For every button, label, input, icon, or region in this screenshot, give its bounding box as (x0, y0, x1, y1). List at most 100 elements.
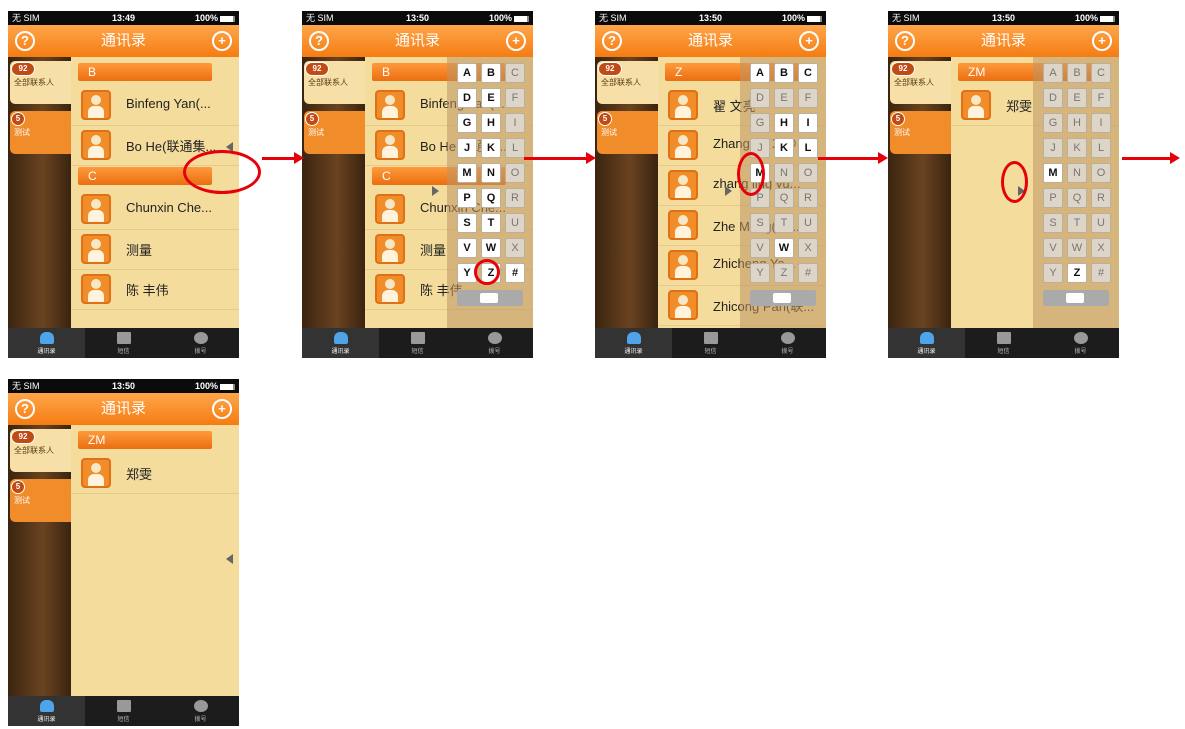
letter-key[interactable]: J (1043, 138, 1063, 158)
group-all-contacts[interactable]: 92 全部联系人 (10, 61, 71, 104)
tab-messages[interactable]: 短信 (379, 328, 456, 358)
letter-key[interactable]: E (774, 88, 794, 108)
letter-key[interactable]: U (505, 213, 525, 233)
letter-key[interactable]: # (1091, 263, 1111, 283)
letter-key[interactable]: S (1043, 213, 1063, 233)
letter-key[interactable]: Z (1067, 263, 1087, 283)
group-all-contacts[interactable]: 92 全部联系人 (304, 61, 365, 104)
letter-key[interactable]: D (1043, 88, 1063, 108)
letter-key[interactable]: C (1091, 63, 1111, 83)
letter-key[interactable]: V (1043, 238, 1063, 258)
letter-key[interactable]: O (505, 163, 525, 183)
letter-key[interactable]: Y (1043, 263, 1063, 283)
letter-key[interactable]: C (505, 63, 525, 83)
letter-key[interactable]: K (774, 138, 794, 158)
letter-key[interactable]: P (457, 188, 477, 208)
letter-key[interactable]: N (774, 163, 794, 183)
letter-key[interactable]: N (481, 163, 501, 183)
add-contact-button[interactable]: + (506, 31, 526, 51)
letter-key[interactable]: Z (774, 263, 794, 283)
add-contact-button[interactable]: + (212, 31, 232, 51)
letter-key[interactable]: V (457, 238, 477, 258)
tab-messages[interactable]: 短信 (965, 328, 1042, 358)
letter-key[interactable]: S (457, 213, 477, 233)
group-all-contacts[interactable]: 92 全部联系人 (890, 61, 951, 104)
letter-key[interactable]: M (1043, 163, 1063, 183)
letter-key[interactable]: T (774, 213, 794, 233)
letter-key[interactable]: B (774, 63, 794, 83)
letter-key[interactable]: # (798, 263, 818, 283)
group-all-contacts[interactable]: 92 全部联系人 (597, 61, 658, 104)
add-contact-button[interactable]: + (799, 31, 819, 51)
letter-key[interactable]: U (798, 213, 818, 233)
letter-key[interactable]: P (1043, 188, 1063, 208)
letter-key[interactable]: F (505, 88, 525, 108)
group-all-contacts[interactable]: 92 全部联系人 (10, 429, 71, 472)
letter-key[interactable]: I (798, 113, 818, 133)
letter-key[interactable]: R (505, 188, 525, 208)
letter-key[interactable]: X (798, 238, 818, 258)
contact-row[interactable]: 郑雯 (71, 453, 239, 494)
letter-key[interactable]: J (457, 138, 477, 158)
tab-dialer[interactable]: 拨号 (749, 328, 826, 358)
group-test[interactable]: 5 测试 (10, 479, 71, 522)
letter-key[interactable]: L (798, 138, 818, 158)
letter-key[interactable]: W (1067, 238, 1087, 258)
letter-key[interactable]: L (505, 138, 525, 158)
letter-key[interactable]: R (1091, 188, 1111, 208)
letter-key[interactable]: G (1043, 113, 1063, 133)
tab-contacts[interactable]: 通讯录 (8, 696, 85, 726)
contact-row[interactable]: Chunxin Che... (71, 189, 239, 230)
letter-key[interactable]: E (1067, 88, 1087, 108)
letter-key[interactable]: X (1091, 238, 1111, 258)
contact-row[interactable]: Binfeng Yan(... (71, 85, 239, 126)
tab-contacts[interactable]: 通讯录 (888, 328, 965, 358)
group-test[interactable]: 5 测试 (597, 111, 658, 154)
delete-key[interactable] (1043, 290, 1109, 306)
tab-dialer[interactable]: 拨号 (456, 328, 533, 358)
letter-key[interactable]: I (1091, 113, 1111, 133)
letter-key[interactable]: K (1067, 138, 1087, 158)
letter-key[interactable]: R (798, 188, 818, 208)
letter-key[interactable]: H (481, 113, 501, 133)
letter-key[interactable]: B (1067, 63, 1087, 83)
letter-key[interactable]: G (750, 113, 770, 133)
letter-key[interactable]: D (457, 88, 477, 108)
add-contact-button[interactable]: + (212, 399, 232, 419)
letter-key[interactable]: I (505, 113, 525, 133)
letter-key[interactable]: Y (750, 263, 770, 283)
letter-key[interactable]: N (1067, 163, 1087, 183)
contact-row[interactable]: 测量 (71, 229, 239, 270)
tab-messages[interactable]: 短信 (672, 328, 749, 358)
letter-key[interactable]: O (1091, 163, 1111, 183)
tab-messages[interactable]: 短信 (85, 696, 162, 726)
letter-key[interactable]: H (1067, 113, 1087, 133)
letter-key[interactable]: Q (774, 188, 794, 208)
letter-key[interactable]: W (774, 238, 794, 258)
letter-key[interactable]: T (481, 213, 501, 233)
index-toggle-arrow[interactable] (226, 554, 233, 564)
tab-dialer[interactable]: 拨号 (162, 696, 239, 726)
letter-key[interactable]: G (457, 113, 477, 133)
letter-key[interactable]: S (750, 213, 770, 233)
letter-key[interactable]: A (457, 63, 477, 83)
letter-key[interactable]: D (750, 88, 770, 108)
letter-key[interactable]: U (1091, 213, 1111, 233)
letter-key[interactable]: C (798, 63, 818, 83)
tab-messages[interactable]: 短信 (85, 328, 162, 358)
tab-contacts[interactable]: 通讯录 (8, 328, 85, 358)
letter-key[interactable]: W (481, 238, 501, 258)
letter-key[interactable]: O (798, 163, 818, 183)
letter-key[interactable]: M (457, 163, 477, 183)
letter-key[interactable]: # (505, 263, 525, 283)
delete-key[interactable] (750, 290, 816, 306)
group-test[interactable]: 5 测试 (10, 111, 71, 154)
letter-key[interactable]: E (481, 88, 501, 108)
tab-dialer[interactable]: 拨号 (1042, 328, 1119, 358)
letter-key[interactable]: F (798, 88, 818, 108)
group-test[interactable]: 5 测试 (304, 111, 365, 154)
letter-key[interactable]: A (1043, 63, 1063, 83)
index-toggle-arrow[interactable] (432, 186, 439, 196)
index-toggle-arrow[interactable] (725, 186, 732, 196)
tab-contacts[interactable]: 通讯录 (595, 328, 672, 358)
